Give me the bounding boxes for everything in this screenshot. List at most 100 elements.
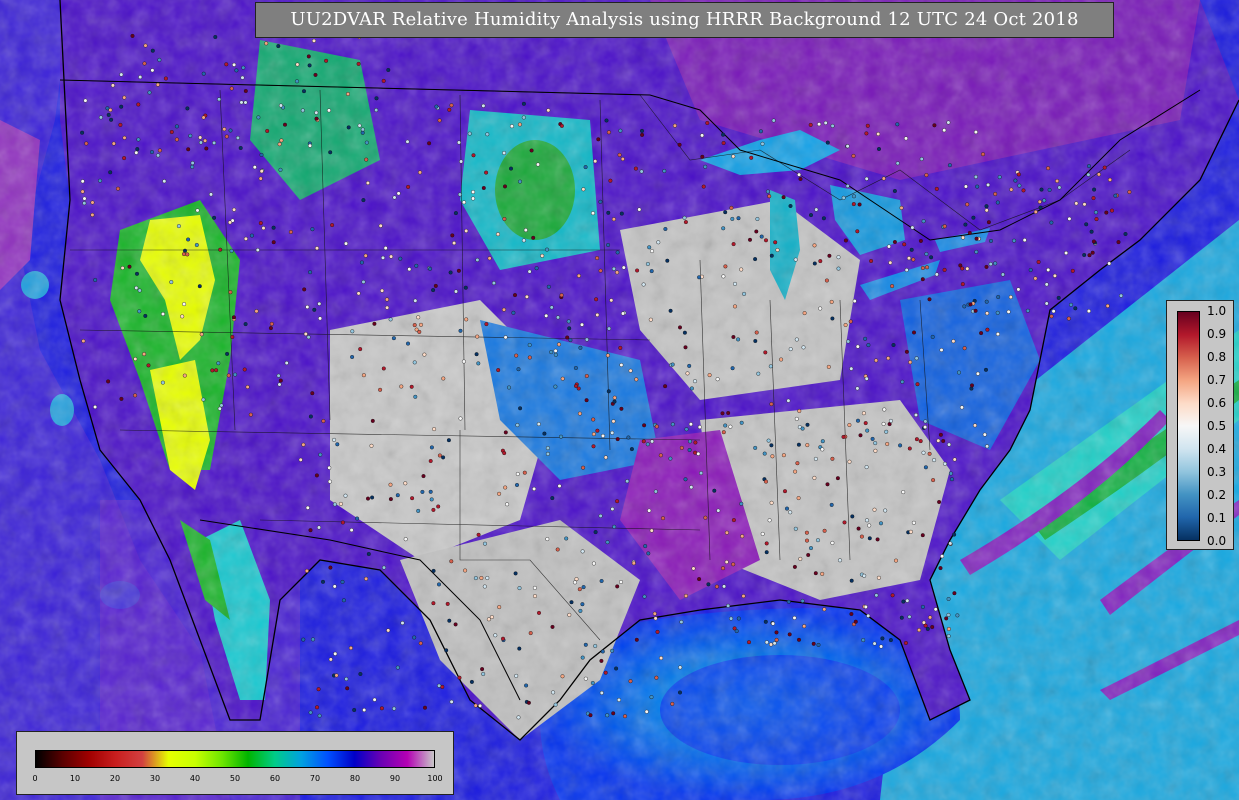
observation-dot	[734, 629, 739, 634]
observation-dot	[190, 160, 195, 165]
observation-dot	[975, 184, 980, 189]
observation-dot	[887, 244, 892, 249]
observation-dot	[243, 236, 248, 241]
observation-dot	[569, 600, 574, 605]
observation-dot	[335, 442, 340, 447]
observation-dot	[658, 453, 663, 458]
observation-dot	[361, 198, 366, 203]
observation-dot	[550, 624, 555, 629]
observation-dot	[851, 202, 856, 207]
observation-dot	[645, 262, 650, 267]
observation-dot	[133, 357, 138, 362]
observation-dot	[182, 373, 187, 378]
observation-dot	[584, 398, 589, 403]
observation-dot	[1039, 187, 1044, 192]
observation-dot	[766, 438, 771, 443]
observation-dot	[553, 348, 558, 353]
observation-dot	[559, 434, 564, 439]
observation-dot	[395, 493, 400, 498]
observation-dot	[881, 421, 886, 426]
observation-dot	[995, 200, 1000, 205]
observation-dot	[608, 178, 613, 183]
observation-dot	[358, 672, 363, 677]
observation-dot	[243, 88, 248, 93]
observation-dot	[631, 561, 636, 566]
observation-dot	[231, 315, 236, 320]
observation-dot	[1113, 193, 1118, 198]
observation-dot	[137, 288, 142, 293]
observation-dot	[968, 302, 973, 307]
observation-dot	[381, 255, 386, 260]
observation-dot	[670, 362, 675, 367]
observation-dot	[194, 242, 199, 247]
observation-dot	[829, 299, 834, 304]
observation-dot	[591, 432, 596, 437]
observation-dot	[130, 33, 135, 38]
observation-dot	[219, 403, 224, 408]
observation-dot	[596, 137, 601, 142]
observation-dot	[389, 254, 394, 259]
observation-dot	[830, 456, 835, 461]
observation-dot	[517, 122, 522, 127]
observation-dot	[707, 373, 712, 378]
observation-dot	[473, 703, 478, 708]
observation-dot	[641, 282, 646, 287]
observation-dot	[975, 371, 980, 376]
observation-dot	[830, 123, 835, 128]
observation-dot	[398, 256, 403, 261]
observation-dot	[947, 442, 952, 447]
observation-dot	[420, 489, 425, 494]
observation-dot	[846, 339, 851, 344]
observation-dot	[763, 350, 768, 355]
observation-dot	[801, 345, 806, 350]
observation-dot	[496, 368, 501, 373]
observation-dot	[764, 479, 769, 484]
observation-dot	[623, 714, 628, 719]
observation-dot	[163, 76, 168, 81]
observation-dot	[365, 180, 370, 185]
observation-dot	[697, 275, 702, 280]
observation-tick-label: 0.3	[1207, 465, 1227, 479]
humidity-tick-label: 100	[427, 774, 443, 783]
observation-dot	[233, 372, 238, 377]
observation-dot	[427, 141, 432, 146]
observation-dot	[310, 227, 315, 232]
observation-dot	[399, 384, 404, 389]
observation-dot	[865, 123, 870, 128]
observation-dot	[768, 364, 773, 369]
observation-dot	[610, 648, 615, 653]
observation-dot	[360, 130, 365, 135]
observation-dot	[668, 308, 673, 313]
observation-dot	[201, 397, 206, 402]
observation-dot	[340, 579, 345, 584]
observation-dot	[875, 537, 880, 542]
observation-dot	[769, 443, 774, 448]
observation-tick-label: 0.4	[1207, 442, 1227, 456]
observation-dot	[374, 108, 379, 113]
observation-dot	[522, 470, 527, 475]
observation-dot	[475, 334, 480, 339]
observation-dot	[1013, 178, 1018, 183]
observation-dot	[136, 102, 141, 107]
observation-dot	[1091, 196, 1096, 201]
observation-dot	[305, 305, 310, 310]
observation-dot	[481, 672, 486, 677]
observation-dot	[986, 220, 991, 225]
observation-dot	[888, 638, 893, 643]
observation-dot	[332, 502, 337, 507]
observation-dot	[758, 129, 763, 134]
observation-dot	[584, 374, 589, 379]
observation-dot	[122, 135, 127, 140]
observation-dot	[497, 491, 502, 496]
observation-dot	[583, 676, 588, 681]
observation-dot	[259, 152, 264, 157]
observation-dot	[865, 518, 870, 523]
observation-dot	[437, 683, 442, 688]
observation-dot	[663, 384, 668, 389]
observation-dot	[678, 690, 683, 695]
observation-dot	[264, 41, 269, 46]
observation-dot	[620, 156, 625, 161]
observation-dot	[446, 438, 451, 443]
observation-dot	[874, 593, 879, 598]
observation-dot	[182, 248, 187, 253]
